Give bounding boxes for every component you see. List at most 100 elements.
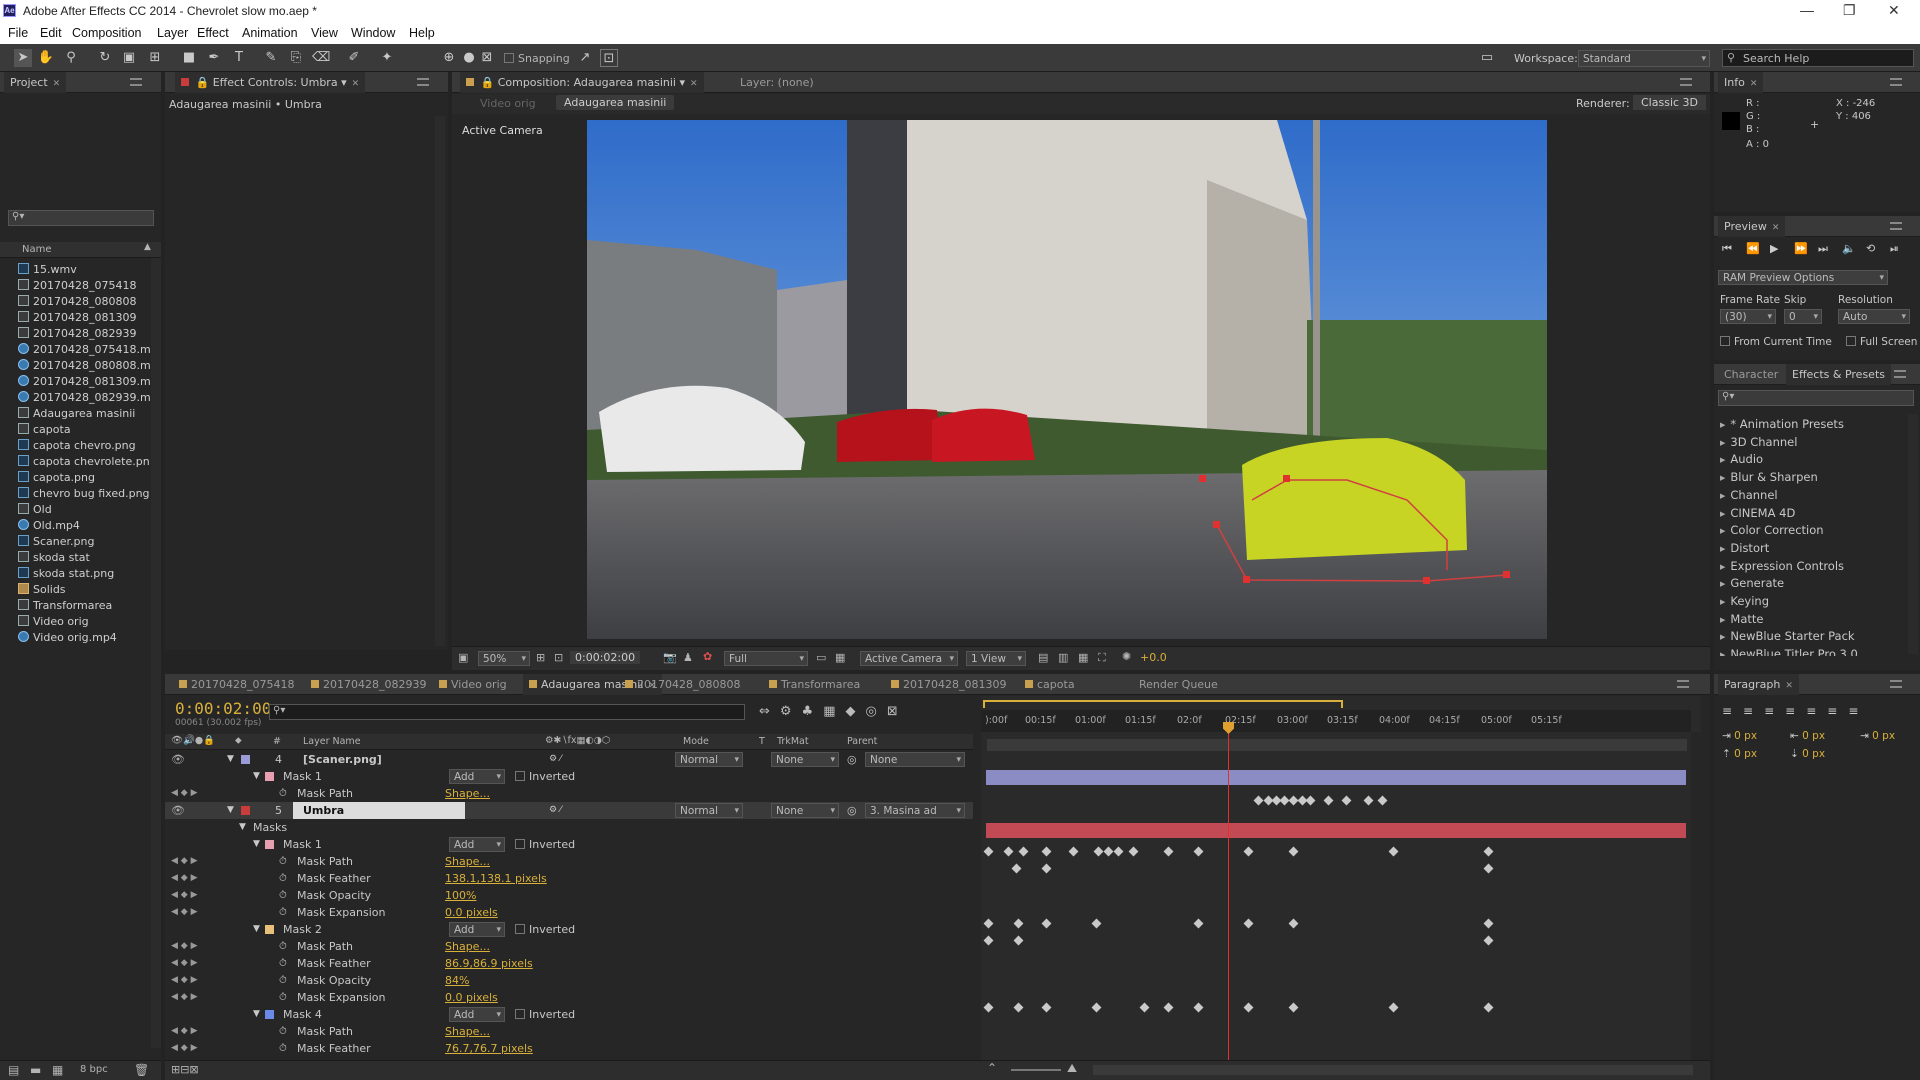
- pan-behind-tool-icon[interactable]: ⊞: [146, 49, 164, 67]
- indent-left-field[interactable]: ⇥ 0 px: [1722, 730, 1757, 742]
- keyframe-nav-icons[interactable]: ◀ ◆ ▶: [171, 938, 198, 955]
- expand-arrow-icon[interactable]: ▼: [227, 751, 234, 768]
- safe-margins-icon[interactable]: ⊞: [536, 651, 545, 664]
- mask-visibility-icon[interactable]: ⊡: [554, 651, 563, 664]
- t-column-header[interactable]: T: [759, 736, 765, 747]
- lock-icon[interactable]: 🔒: [196, 76, 210, 89]
- toggle-switches-icons[interactable]: ⊞⊟⊠: [171, 1063, 199, 1076]
- keyframe-diamond[interactable]: [1377, 795, 1388, 806]
- snap-options-icon[interactable]: ↗: [576, 49, 594, 67]
- stopwatch-icon[interactable]: ⏱: [279, 1040, 287, 1057]
- list-item[interactable]: 15.wmv: [18, 262, 77, 278]
- mask-name[interactable]: Mask 4: [283, 1006, 322, 1023]
- previous-frame-icon[interactable]: ⏪: [1746, 242, 1760, 255]
- keyframe-diamond[interactable]: [1091, 1002, 1102, 1013]
- new-comp-icon[interactable]: ▦: [52, 1063, 63, 1077]
- column-name-header[interactable]: Name: [22, 244, 52, 255]
- keyframe-diamond[interactable]: [1323, 795, 1334, 806]
- expand-arrow-icon[interactable]: ▼: [227, 802, 234, 819]
- axis-mode-icon[interactable]: ⊕: [440, 49, 458, 67]
- minimize-icon[interactable]: —: [1800, 2, 1814, 18]
- panel-menu-icon[interactable]: [1890, 222, 1902, 230]
- transparency-grid-icon[interactable]: ▦: [835, 651, 845, 664]
- list-item[interactable]: Old.mp4: [18, 518, 80, 534]
- magnification-select[interactable]: 50%: [478, 651, 530, 666]
- list-item[interactable]: skoda stat: [18, 550, 90, 566]
- keyframe-diamond[interactable]: [1003, 846, 1014, 857]
- table-row[interactable]: ◀ ◆ ▶ ⏱ Mask Path Shape...: [165, 938, 973, 955]
- tab-info[interactable]: Info ✕: [1718, 72, 1764, 93]
- table-row[interactable]: 👁 ▼ 4 [Scaner.png] ⚙ ⁄ Normal None ◎ None: [165, 751, 973, 768]
- inverted-checkbox[interactable]: Inverted: [515, 1006, 575, 1023]
- brush-tool-icon[interactable]: ✎: [262, 49, 280, 67]
- timeline-icon[interactable]: ▦: [1078, 651, 1088, 664]
- time-navigator[interactable]: [987, 739, 1687, 751]
- effects-category[interactable]: 3D Channel: [1720, 434, 1797, 451]
- list-item[interactable]: Video orig.mp4: [18, 630, 117, 646]
- menu-file[interactable]: File: [8, 26, 28, 40]
- keyframe-diamond[interactable]: [1091, 918, 1102, 929]
- view-layout-select[interactable]: 1 View: [966, 651, 1026, 666]
- list-item[interactable]: Video orig: [18, 614, 89, 630]
- audio-icon[interactable]: 🔈: [1842, 242, 1856, 255]
- crumb-video-orig[interactable]: Video orig: [480, 97, 536, 110]
- label-column-icon[interactable]: ⬥: [235, 735, 242, 746]
- layer-switches-icons[interactable]: ⚙ ⁄: [549, 751, 561, 768]
- blend-mode-select[interactable]: Normal: [675, 803, 743, 818]
- stopwatch-icon[interactable]: ⏱: [279, 989, 287, 1006]
- scaner-layer-bar[interactable]: [986, 770, 1686, 785]
- expand-arrow-icon[interactable]: ▼: [239, 819, 246, 836]
- space-before-field[interactable]: ⇡ 0 px: [1722, 748, 1757, 760]
- indent-right-field[interactable]: ⇥ 0 px: [1860, 730, 1895, 742]
- renderer-button[interactable]: Classic 3D: [1633, 95, 1707, 110]
- sort-up-icon[interactable]: ▲: [144, 242, 151, 252]
- panel-menu-icon[interactable]: [417, 78, 429, 86]
- crumb-adaugarea-masinii[interactable]: Adaugarea masinii: [556, 95, 675, 110]
- mask-color[interactable]: [265, 1010, 274, 1019]
- keyframe-nav-icons[interactable]: ◀ ◆ ▶: [171, 887, 198, 904]
- fast-previews-icon[interactable]: ▥: [1058, 651, 1068, 664]
- expand-arrow-icon[interactable]: ▼: [253, 1006, 260, 1023]
- keyframe-nav-icons[interactable]: ◀ ◆ ▶: [171, 972, 198, 989]
- keyframe-nav-icons[interactable]: ◀ ◆ ▶: [171, 853, 198, 870]
- zoom-in-icon[interactable]: ⛰: [1067, 1061, 1077, 1076]
- first-frame-icon[interactable]: ⏮: [1722, 242, 1732, 256]
- tab-paragraph[interactable]: Paragraph ✕: [1718, 674, 1799, 695]
- close-icon[interactable]: ✕: [1750, 79, 1758, 89]
- effects-scrollbar[interactable]: [1908, 414, 1918, 654]
- keyframe-diamond[interactable]: [1483, 846, 1494, 857]
- last-frame-icon[interactable]: ⏭: [1818, 242, 1828, 256]
- mask-mode-select[interactable]: Add: [449, 837, 505, 852]
- menu-window[interactable]: Window: [351, 26, 395, 40]
- switches-header-icons[interactable]: ⚙✱∖fx▦◐◑⬡: [545, 735, 610, 746]
- table-row[interactable]: ▼ Mask 1 Add Inverted: [165, 768, 973, 785]
- list-item[interactable]: capota chevro.png: [18, 438, 136, 454]
- inverted-checkbox[interactable]: Inverted: [515, 768, 575, 785]
- keyframe-diamond[interactable]: [1013, 918, 1024, 929]
- tab-preview[interactable]: Preview ✕: [1718, 216, 1786, 237]
- tab-20170428-075418[interactable]: 20170428_075418: [173, 674, 300, 695]
- close-icon[interactable]: ✕: [1772, 223, 1780, 233]
- preview-resolution-select[interactable]: Auto: [1838, 309, 1910, 324]
- tab-video-orig[interactable]: Video orig: [433, 674, 513, 695]
- workspace-select[interactable]: Standard: [1578, 50, 1710, 67]
- list-item[interactable]: skoda stat.png: [18, 566, 114, 582]
- snapping-checkbox[interactable]: Snapping: [504, 52, 570, 65]
- keyframe-diamond[interactable]: [983, 1002, 994, 1013]
- keyframe-diamond[interactable]: [1068, 846, 1079, 857]
- keyframe-diamond[interactable]: [1388, 1002, 1399, 1013]
- list-item[interactable]: 20170428_081309.mp: [18, 374, 158, 390]
- camera-tool-icon[interactable]: ▣: [120, 49, 138, 67]
- stopwatch-icon[interactable]: ⏱: [279, 904, 287, 921]
- menu-help[interactable]: Help: [409, 26, 435, 40]
- search-help-field[interactable]: ⚲ Search Help: [1722, 49, 1914, 67]
- keyframe-diamond[interactable]: [1128, 846, 1139, 857]
- table-row[interactable]: ◀ ◆ ▶ ⏱ Mask Feather 86.9,86.9 pixels: [165, 955, 973, 972]
- camera-view-select[interactable]: Active Camera: [860, 651, 958, 666]
- project-search-input[interactable]: ⚲▾: [8, 210, 154, 226]
- effects-category[interactable]: Expression Controls: [1720, 558, 1844, 575]
- keyframe-diamond[interactable]: [1193, 846, 1204, 857]
- indent-first-field[interactable]: ⇤ 0 px: [1790, 730, 1825, 742]
- world-axis-icon[interactable]: ●: [460, 49, 478, 67]
- list-item[interactable]: 20170428_080808: [18, 294, 136, 310]
